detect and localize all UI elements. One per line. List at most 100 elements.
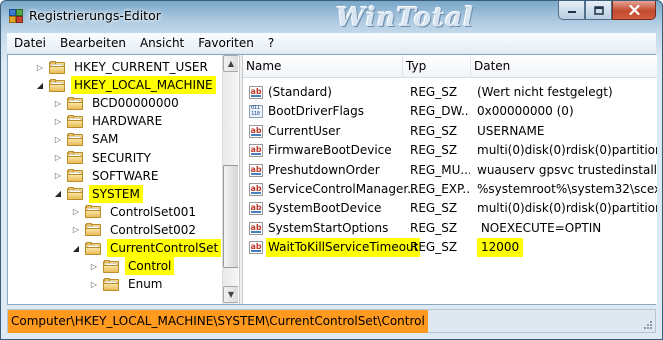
value-type: REG_DW...: [410, 104, 470, 119]
value-row[interactable]: ab PreshutdownOrder REG_MU... wuauserv gpsv…: [243, 161, 657, 180]
client-area: ▷ Enum ▷ Control ◢ CurrentControlSet ▷ ControlS…: [7, 54, 657, 305]
string-value-icon: ab: [249, 144, 263, 158]
tree-item[interactable]: ◢ CurrentControlSet: [72, 239, 222, 257]
expand-arrow-closed-icon[interactable]: ▷: [54, 112, 62, 130]
string-value-icon: ab: [249, 183, 263, 196]
folder-icon: [103, 277, 119, 291]
caption-buttons: [558, 1, 656, 21]
tree-item[interactable]: ▷ SAM: [54, 130, 121, 148]
tree-item[interactable]: ▷ Control: [90, 257, 175, 276]
menu-ansicht[interactable]: Ansicht: [133, 36, 191, 50]
value-name: PreshutdownOrder: [268, 162, 380, 177]
tree-item[interactable]: ▷ ControlSet002: [72, 221, 199, 239]
folder-icon: [85, 223, 101, 237]
title-bar[interactable]: Registrierungs-Editor WinTotal: [1, 1, 662, 33]
expand-arrow-closed-icon[interactable]: ▷: [54, 149, 62, 167]
menu-bearbeiten[interactable]: Bearbeiten: [53, 36, 133, 50]
expand-arrow-open-icon[interactable]: ◢: [54, 185, 62, 203]
folder-icon: [103, 259, 119, 273]
expand-arrow-closed-icon[interactable]: ▷: [90, 275, 98, 293]
expand-arrow-closed-icon[interactable]: ▷: [90, 257, 98, 275]
expand-arrow-closed-icon[interactable]: ▷: [36, 58, 44, 76]
value-name: ServiceControlManager...: [268, 182, 419, 196]
tree-item[interactable]: ◢ HKEY_LOCAL_MACHINE: [36, 76, 216, 95]
value-row[interactable]: ab SystemBootDevice REG_SZ multi(0)disk(0)r…: [243, 199, 657, 218]
value-row[interactable]: ab SystemStartOptions REG_SZ NOEXECUTE=OPT…: [243, 219, 657, 238]
value-row[interactable]: ab CurrentUser REG_SZ USERNAME: [243, 122, 657, 141]
value-data: multi(0)disk(0)rdisk(0)partition(2): [477, 143, 657, 158]
watermark-logo: WinTotal: [336, 3, 474, 33]
value-name: FirmwareBootDevice: [268, 143, 392, 158]
menu-help[interactable]: ?: [261, 36, 281, 50]
tree-item[interactable]: ▷ Enum: [90, 275, 165, 293]
string-value-icon: ab: [249, 241, 263, 255]
tree-vertical-scrollbar[interactable]: ▲ ▼: [222, 55, 238, 304]
expand-arrow-closed-icon[interactable]: ▷: [54, 167, 62, 185]
value-row[interactable]: ab (Standard) REG_SZ (Wert nicht festgelegt…: [243, 83, 657, 102]
string-value-icon: ab: [249, 221, 263, 235]
tree-item-label: SYSTEM: [89, 184, 143, 203]
registry-tree: ▷ Enum ▷ Control ◢ CurrentControlSet ▷ ControlS…: [8, 55, 238, 304]
chevron-up-icon: ▲: [227, 59, 235, 68]
chevron-down-icon: ▼: [227, 290, 235, 299]
window-title: Registrierungs-Editor: [29, 8, 161, 23]
tree-item-label: HKEY_LOCAL_MACHINE: [71, 76, 216, 95]
menu-bar: Datei Bearbeiten Ansicht Favoriten ?: [7, 33, 656, 53]
value-type: REG_SZ: [410, 143, 458, 158]
minimize-button[interactable]: [558, 1, 585, 20]
string-value-icon: ab: [249, 124, 263, 138]
tree-item-label: BCD00000000: [92, 96, 179, 111]
binary-value-icon: 011 110: [249, 105, 263, 119]
tree-item[interactable]: ▷ BCD00000000: [54, 94, 182, 112]
expand-arrow-closed-icon[interactable]: ▷: [54, 130, 62, 148]
tree-item[interactable]: ▷ SECURITY: [54, 149, 154, 167]
values-list: Name Typ Daten ab (Standard) REG_SZ (Wert n…: [243, 55, 657, 304]
scroll-up-button[interactable]: ▲: [223, 55, 238, 72]
resize-grip-icon[interactable]: [642, 319, 653, 330]
value-name: CurrentUser: [268, 123, 341, 138]
scroll-thumb[interactable]: [223, 165, 238, 268]
menu-favoriten[interactable]: Favoriten: [191, 36, 261, 50]
column-header-data[interactable]: Daten: [471, 55, 657, 78]
regedit-app-icon: [9, 9, 23, 23]
tree-item[interactable]: ▷ HARDWARE: [54, 112, 165, 130]
string-value-icon: ab: [249, 202, 263, 216]
value-data: USERNAME: [477, 123, 545, 138]
column-header-name[interactable]: Name: [243, 55, 403, 78]
tree-item-label: CurrentControlSet: [107, 239, 222, 257]
folder-icon: [67, 187, 83, 201]
value-row[interactable]: ab FirmwareBootDevice REG_SZ multi(0)disk(0…: [243, 141, 657, 160]
tree-item-label: Enum: [128, 277, 163, 292]
value-data: wuauserv gpsvc trustedinstaller: [477, 162, 657, 177]
close-button[interactable]: [612, 1, 656, 20]
expand-arrow-closed-icon[interactable]: ▷: [54, 94, 62, 112]
value-name: (Standard): [268, 85, 332, 99]
tree-item-label: ControlSet001: [110, 204, 196, 219]
folder-icon: [85, 241, 101, 255]
value-type: REG_SZ: [410, 85, 458, 99]
value-name: SystemBootDevice: [268, 201, 382, 216]
folder-icon: [85, 205, 101, 219]
tree-item[interactable]: ▷ SOFTWARE: [54, 167, 161, 185]
expand-arrow-closed-icon[interactable]: ▷: [72, 203, 80, 221]
scroll-down-button[interactable]: ▼: [223, 286, 238, 303]
tree-item-label: SAM: [92, 132, 119, 147]
value-row[interactable]: ab ServiceControlManager... REG_EXP... %sys…: [243, 180, 657, 199]
value-data: multi(0)disk(0)rdisk(0)partition(3): [477, 201, 657, 216]
tree-item[interactable]: ▷ ControlSet001: [72, 203, 199, 221]
registry-editor-window: Registrierungs-Editor WinTotal Datei Bea…: [0, 0, 663, 340]
expand-arrow-open-icon[interactable]: ◢: [72, 239, 80, 257]
tree-item[interactable]: ◢ SYSTEM: [54, 184, 143, 203]
string-value-icon: ab: [249, 86, 263, 99]
folder-icon: [67, 114, 83, 128]
value-type: REG_EXP...: [410, 182, 470, 196]
maximize-button[interactable]: [585, 1, 612, 20]
value-row[interactable]: 011 110 BootDriverFlags REG_DW... 0x00000000…: [243, 102, 657, 121]
tree-item[interactable]: ▷ HKEY_CURRENT_USER: [36, 58, 211, 76]
column-header-type[interactable]: Typ: [403, 55, 471, 78]
expand-arrow-closed-icon[interactable]: ▷: [72, 221, 80, 239]
expand-arrow-open-icon[interactable]: ◢: [36, 76, 44, 94]
menu-datei[interactable]: Datei: [7, 36, 53, 50]
value-row[interactable]: ab WaitToKillServiceTimeout REG_SZ 12000: [243, 238, 657, 258]
string-value-icon: ab: [249, 163, 263, 177]
